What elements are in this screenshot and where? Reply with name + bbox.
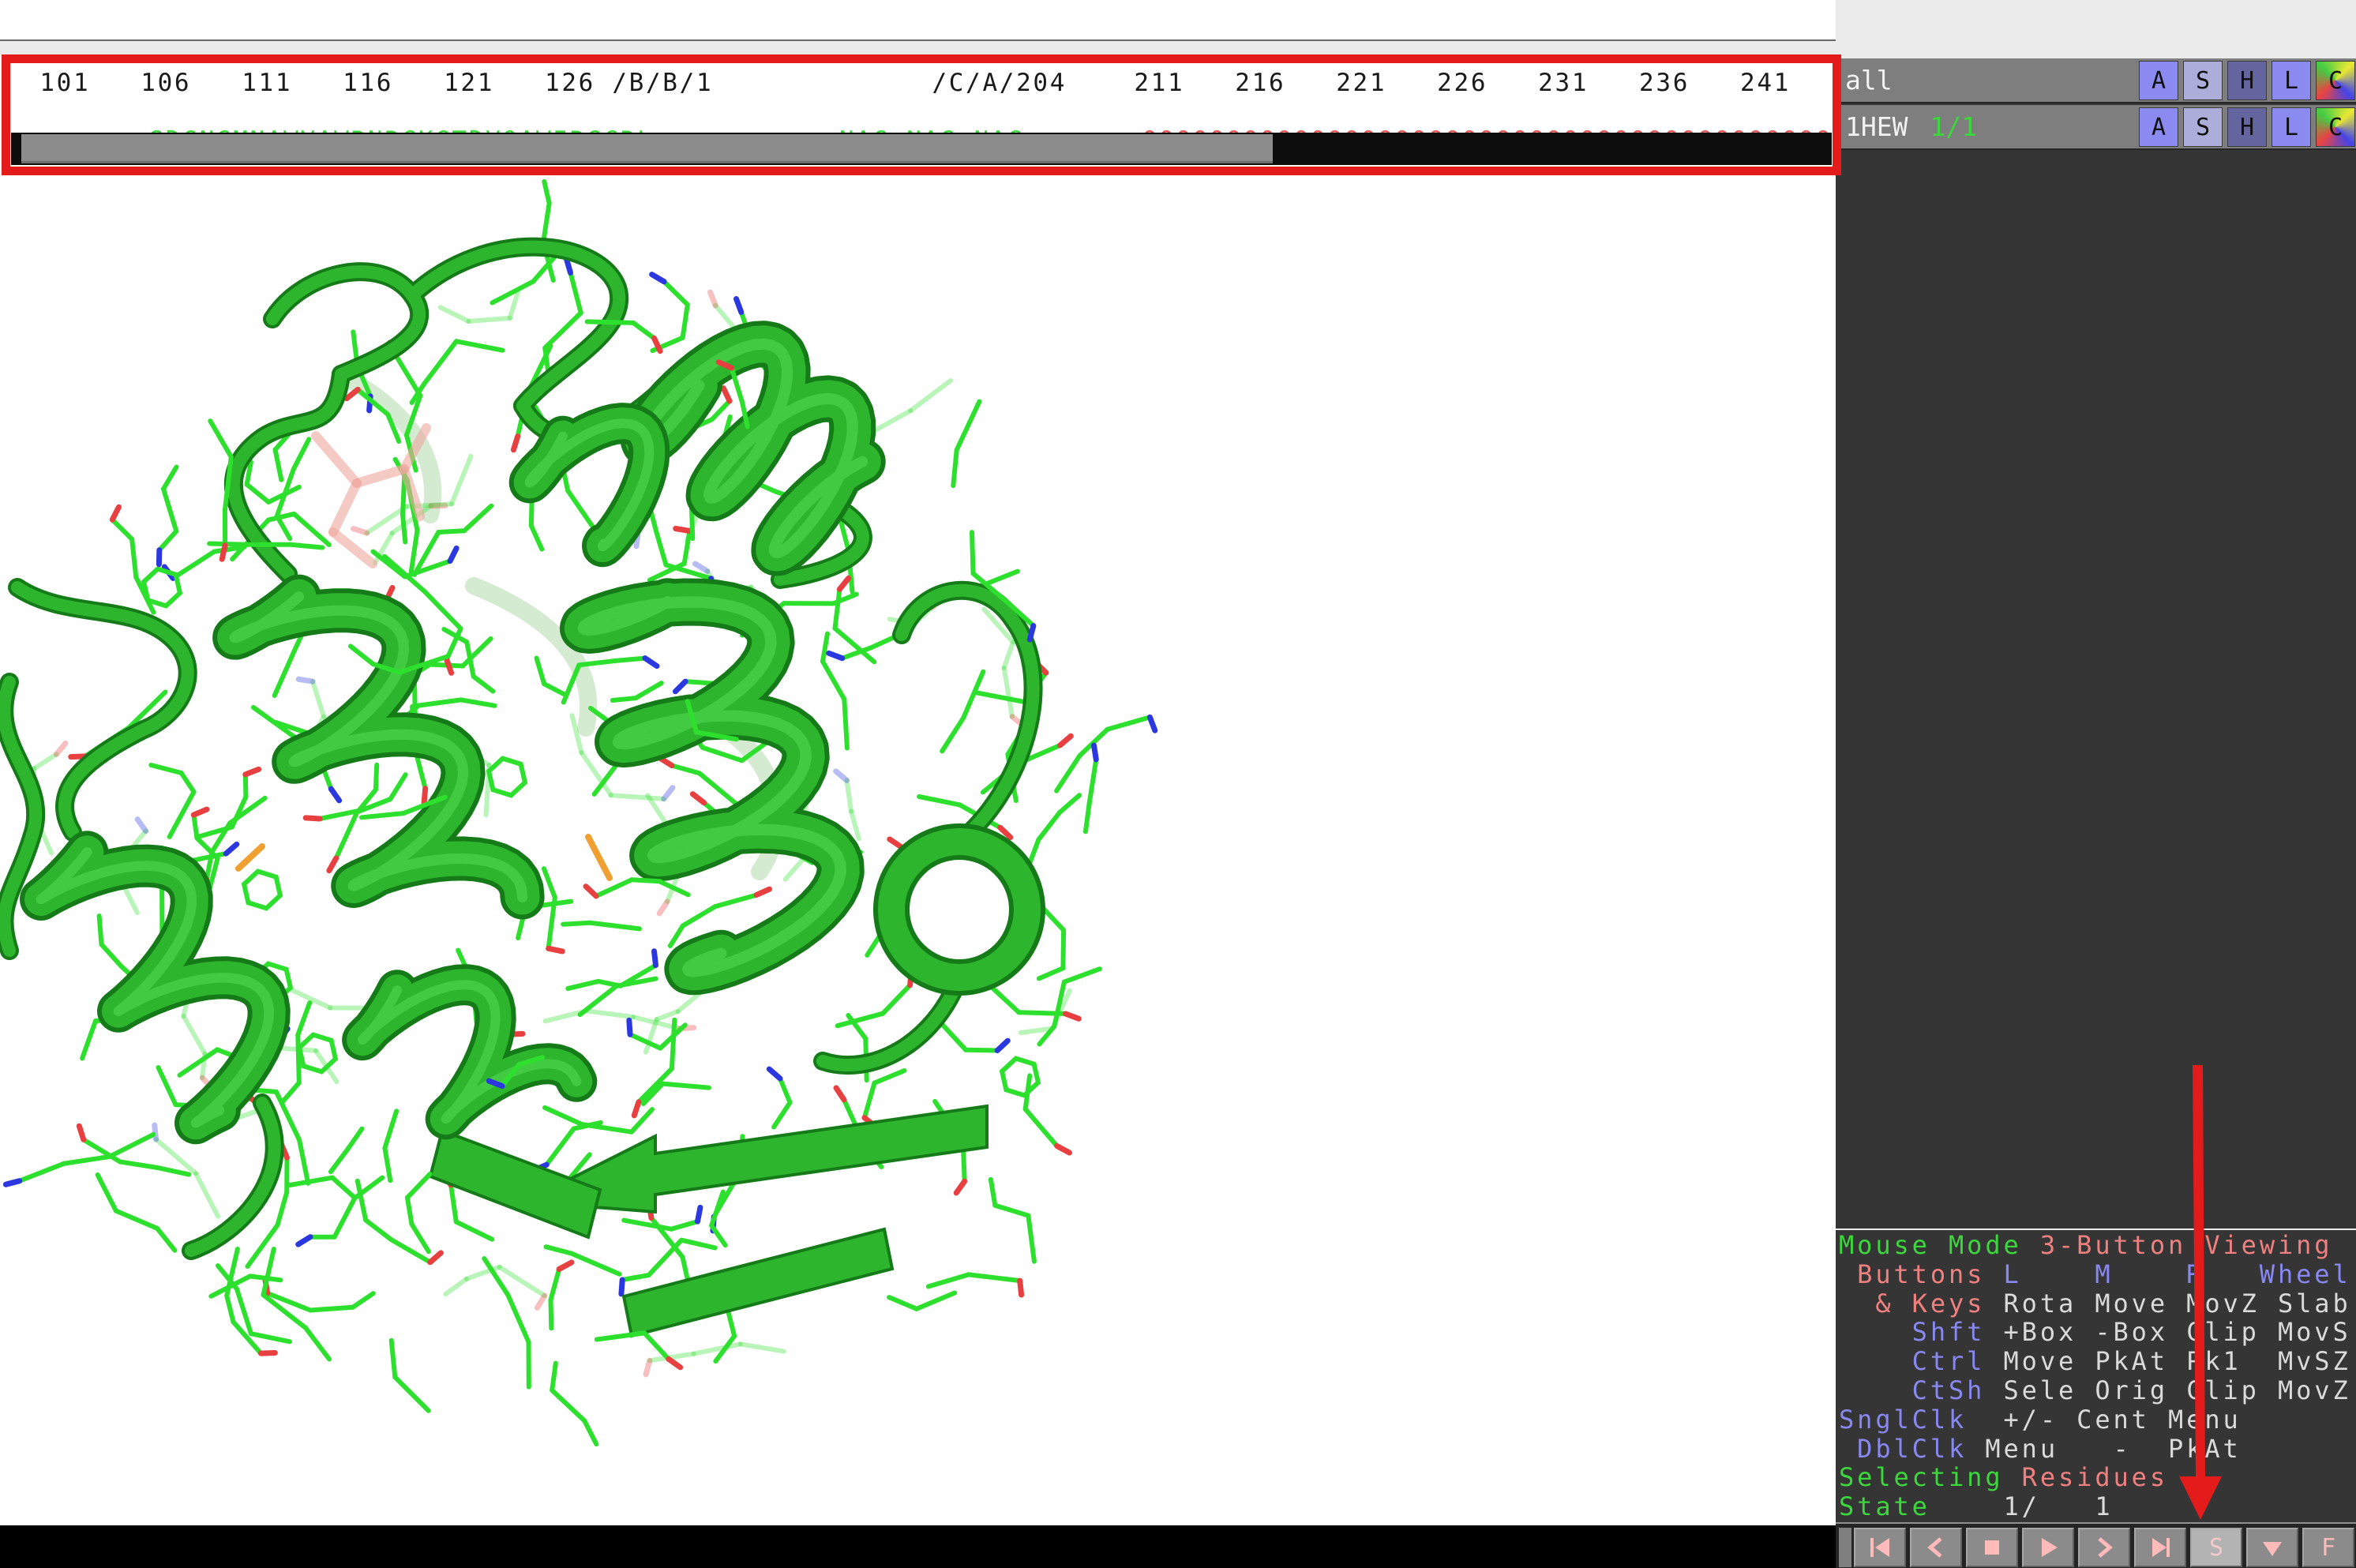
- stop-button[interactable]: [1966, 1528, 2018, 1567]
- mouse-help-line: Ctrl Move PkAt Pk1 MvSZ: [1839, 1347, 2356, 1376]
- sequence-scrollbar-thumb[interactable]: [21, 134, 1273, 163]
- menu-down-icon: [2258, 1535, 2287, 1560]
- play-button[interactable]: [2022, 1528, 2074, 1567]
- top-strip: [0, 41, 1836, 54]
- go-to-start-icon: [1866, 1535, 1894, 1560]
- step-forward-button[interactable]: [2078, 1528, 2130, 1567]
- resize-grip[interactable]: [1839, 1528, 1851, 1567]
- action-menu-button[interactable]: A: [2139, 107, 2178, 147]
- object-action-buttons: ASHLC: [2139, 107, 2355, 147]
- go-to-end-icon: [2146, 1535, 2174, 1560]
- object-panel: all ASHLC 1HEW 1/1 ASHLC Mouse Mode 3-Bu…: [1836, 0, 2356, 1568]
- panel-top-strip: [1836, 0, 2356, 58]
- command-bar: [0, 1525, 1836, 1568]
- stop-icon: [1978, 1535, 2006, 1560]
- action-menu-button[interactable]: A: [2139, 61, 2178, 100]
- molecule-rendering: [0, 175, 1836, 1525]
- left-column: 101 106 111 116 121 126 /B/B/1 /C/A/204 …: [0, 0, 1836, 1568]
- object-label[interactable]: 1HEW: [1845, 111, 1908, 142]
- label-menu-button[interactable]: L: [2272, 61, 2311, 100]
- label-menu-button[interactable]: L: [2272, 107, 2311, 147]
- mouse-help-line: & Keys Rota Move MovZ Slab: [1839, 1289, 2356, 1319]
- molecular-viewport[interactable]: [0, 175, 1836, 1525]
- sequence-scrollbar-track[interactable]: [11, 133, 1832, 165]
- go-to-start-button[interactable]: [1854, 1528, 1906, 1567]
- scene-button[interactable]: S: [2190, 1528, 2242, 1567]
- sequence-ruler: 101 106 111 116 121 126 /B/B/1 /C/A/204 …: [23, 69, 1791, 96]
- top-margin: [0, 0, 1836, 39]
- object-row-1hew[interactable]: 1HEW 1/1 ASHLC: [1836, 105, 2356, 150]
- object-action-buttons: ASHLC: [2139, 61, 2355, 100]
- mouse-help-line: Mouse Mode 3-Button Viewing: [1839, 1231, 2356, 1260]
- hide-menu-button[interactable]: H: [2227, 107, 2267, 147]
- hide-menu-button[interactable]: H: [2227, 61, 2267, 100]
- object-row-all[interactable]: all ASHLC: [1836, 58, 2356, 103]
- color-menu-button[interactable]: C: [2316, 61, 2355, 100]
- mouse-help-line: Buttons L M R Wheel: [1839, 1260, 2356, 1289]
- color-menu-button[interactable]: C: [2316, 107, 2355, 147]
- show-menu-button[interactable]: S: [2183, 107, 2223, 147]
- mouse-help-line: SnglClk +/- Cent Menu: [1839, 1405, 2356, 1435]
- menu-down-button[interactable]: [2246, 1528, 2298, 1567]
- step-forward-icon: [2090, 1535, 2118, 1560]
- mouse-help-line: State 1/ 1: [1839, 1492, 2356, 1521]
- mouse-help-line: Selecting Residues: [1839, 1463, 2356, 1492]
- step-back-icon: [1922, 1535, 1950, 1560]
- go-to-end-button[interactable]: [2134, 1528, 2186, 1567]
- play-icon: [2034, 1535, 2062, 1560]
- object-state-count: 1/1: [1930, 111, 1977, 142]
- mouse-help-panel: Mouse Mode 3-Button Viewing Buttons L M …: [1839, 1231, 2356, 1521]
- step-back-button[interactable]: [1910, 1528, 1962, 1567]
- object-label[interactable]: all: [1845, 65, 1893, 96]
- mouse-help-line: Shft +Box -Box Clip MovS: [1839, 1318, 2356, 1347]
- show-menu-button[interactable]: S: [2183, 61, 2223, 100]
- pymol-window: 101 106 111 116 121 126 /B/B/1 /C/A/204 …: [0, 0, 2356, 1568]
- fullscreen-button[interactable]: F: [2302, 1528, 2354, 1567]
- playback-bar: SF: [1836, 1522, 2356, 1568]
- mouse-help-line: DblClk Menu - PkAt: [1839, 1435, 2356, 1464]
- mouse-help-line: CtSh Sele Orig Clip MovZ: [1839, 1376, 2356, 1405]
- annotation-box-sequence-bar: 101 106 111 116 121 126 /B/B/1 /C/A/204 …: [2, 54, 1841, 175]
